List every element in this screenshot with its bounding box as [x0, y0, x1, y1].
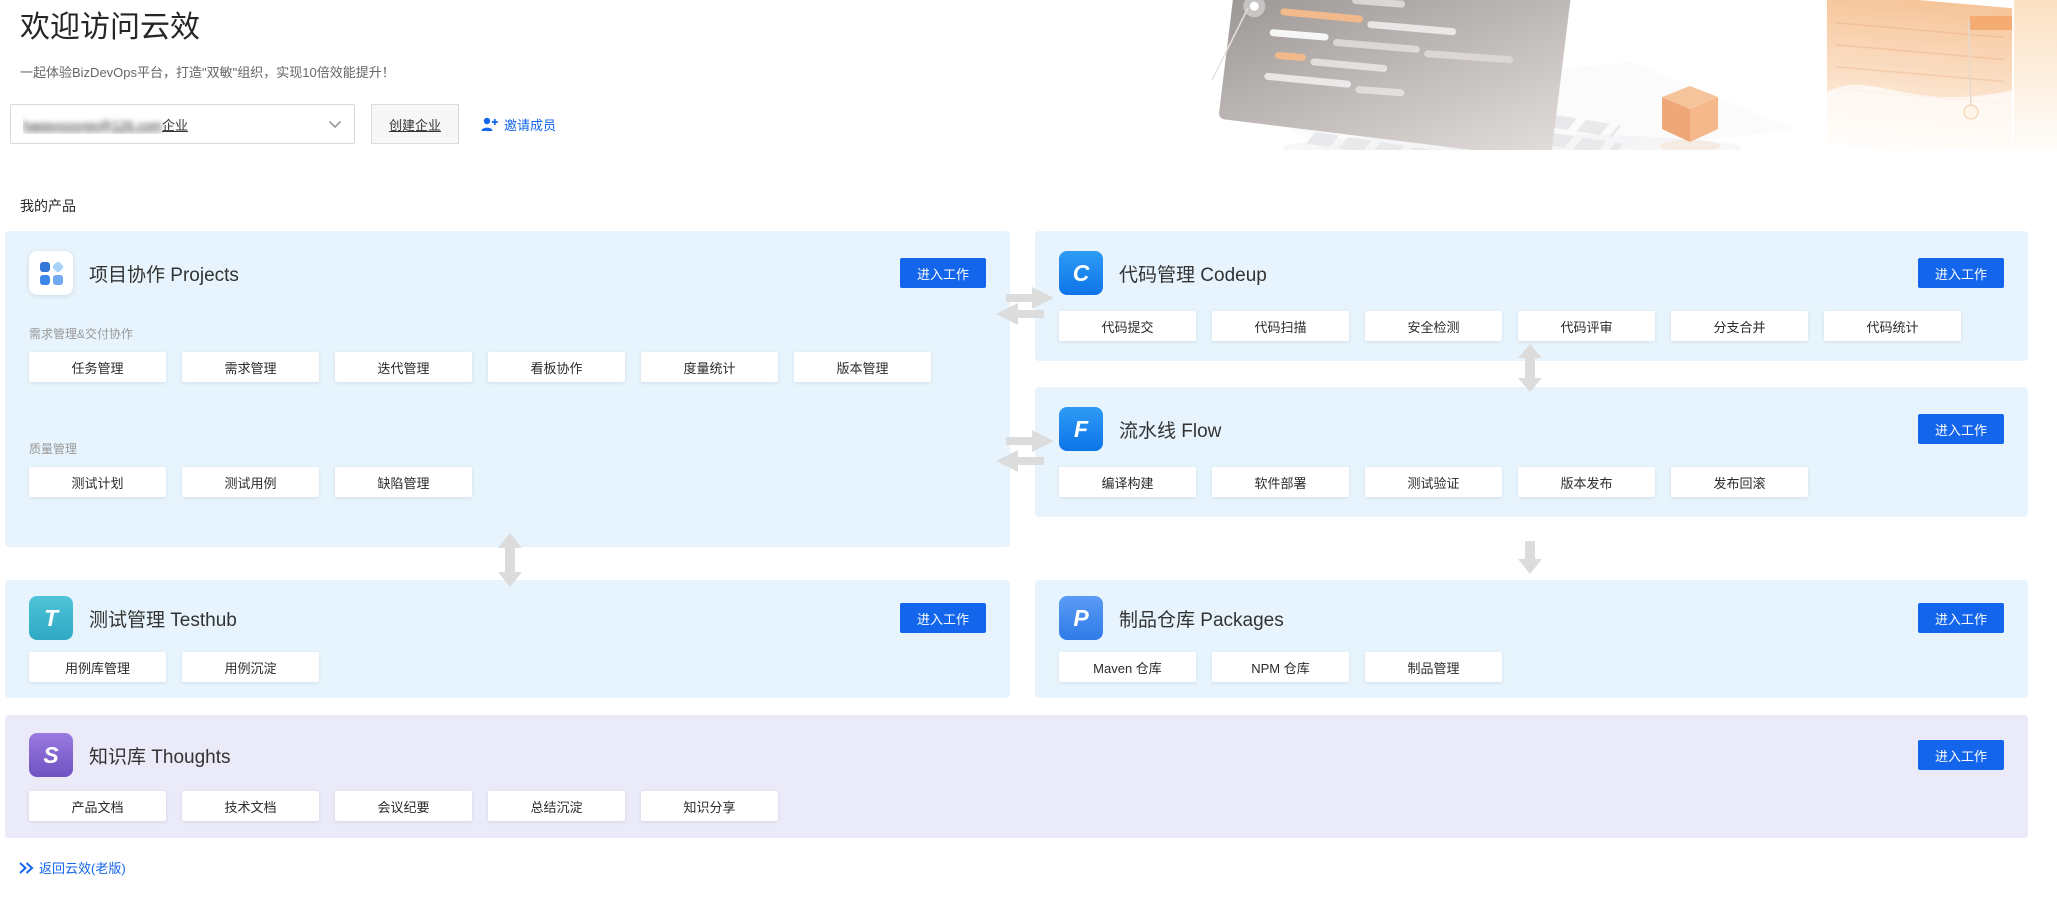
card-thoughts: S 知识库 Thoughts 进入工作 产品文档技术文档会议纪要总结沉淀知识分享: [5, 715, 2028, 838]
feature-chip[interactable]: 技术文档: [182, 791, 319, 821]
card-testhub: T 测试管理 Testhub 进入工作 用例库管理用例沉淀: [5, 580, 1010, 698]
testhub-enter-work-button[interactable]: 进入工作: [900, 603, 986, 633]
feature-chip[interactable]: Maven 仓库: [1059, 652, 1196, 682]
enterprise-select[interactable]: happyxxxygo@126.com企业: [10, 104, 355, 144]
packages-enter-work-button[interactable]: 进入工作: [1918, 603, 2004, 633]
feature-chip[interactable]: 测试验证: [1365, 467, 1502, 497]
hero-illustration: [1212, 0, 2057, 150]
feature-chip[interactable]: 迭代管理: [335, 352, 472, 382]
feature-chip[interactable]: 需求管理: [182, 352, 319, 382]
feature-chip[interactable]: 制品管理: [1365, 652, 1502, 682]
feature-chip[interactable]: 软件部署: [1212, 467, 1349, 497]
card-packages-header: P 制品仓库 Packages 进入工作: [1059, 596, 2004, 640]
codeup-chip-row: 代码提交代码扫描安全检测代码评审分支合并代码统计: [1059, 311, 2004, 341]
projects-grid-icon: [29, 251, 73, 295]
feature-chip[interactable]: 用例沉淀: [182, 652, 319, 682]
card-testhub-title: 测试管理 Testhub: [89, 605, 237, 632]
feature-chip[interactable]: 会议纪要: [335, 791, 472, 821]
testhub-icon: T: [29, 596, 73, 640]
projects-requirements-chip-row: 任务管理需求管理迭代管理看板协作度量统计版本管理: [29, 352, 986, 382]
flow-icon: F: [1059, 407, 1103, 451]
card-packages-title: 制品仓库 Packages: [1119, 605, 1284, 632]
enterprise-select-value: happyxxxygo@126.com企业: [23, 115, 188, 134]
page-subtitle: 一起体验BizDevOps平台，打造"双敏"组织，实现10倍效能提升！: [20, 62, 395, 81]
arrow-down-flow-packages: [1514, 541, 1546, 581]
page-title: 欢迎访问云效: [20, 2, 200, 46]
feature-chip[interactable]: 版本发布: [1518, 467, 1655, 497]
feature-chip[interactable]: NPM 仓库: [1212, 652, 1349, 682]
card-flow-header: F 流水线 Flow 进入工作: [1059, 407, 2004, 451]
thoughts-chip-row: 产品文档技术文档会议纪要总结沉淀知识分享: [29, 791, 2004, 821]
card-packages: P 制品仓库 Packages 进入工作 Maven 仓库 NPM 仓库制品管理: [1035, 580, 2028, 698]
projects-section-label-requirements: 需求管理&交付协作: [29, 325, 986, 342]
card-projects: 项目协作 Projects 进入工作 需求管理&交付协作 任务管理需求管理迭代管…: [5, 231, 1010, 547]
chevron-down-icon: [328, 120, 342, 129]
card-codeup: C 代码管理 Codeup 进入工作 代码提交代码扫描安全检测代码评审分支合并代…: [1035, 231, 2028, 361]
feature-chip[interactable]: 发布回滚: [1671, 467, 1808, 497]
feature-chip[interactable]: 代码统计: [1824, 311, 1961, 341]
yunxiao-welcome-page: 欢迎访问云效 一起体验BizDevOps平台，打造"双敏"组织，实现10倍效能提…: [0, 0, 2057, 898]
thoughts-enter-work-button[interactable]: 进入工作: [1918, 740, 2004, 770]
testhub-chip-row: 用例库管理用例沉淀: [29, 652, 986, 682]
my-products-heading: 我的产品: [20, 196, 76, 216]
feature-chip[interactable]: 版本管理: [794, 352, 931, 382]
flow-chip-row: 编译构建软件部署测试验证版本发布发布回滚: [1059, 467, 2004, 497]
create-enterprise-button[interactable]: 创建企业: [371, 104, 459, 144]
feature-chip[interactable]: 知识分享: [641, 791, 778, 821]
card-thoughts-title: 知识库 Thoughts: [89, 742, 231, 769]
card-flow: F 流水线 Flow 进入工作 编译构建软件部署测试验证版本发布发布回滚: [1035, 387, 2028, 517]
card-projects-title: 项目协作 Projects: [89, 260, 239, 287]
thoughts-icon: S: [29, 733, 73, 777]
feature-chip[interactable]: 代码评审: [1518, 311, 1655, 341]
feature-chip[interactable]: 安全检测: [1365, 311, 1502, 341]
projects-enter-work-button[interactable]: 进入工作: [900, 258, 986, 288]
feature-chip[interactable]: 分支合并: [1671, 311, 1808, 341]
feature-chip[interactable]: 测试计划: [29, 467, 166, 497]
back-link-label: 返回云效(老版): [39, 858, 126, 877]
feature-chip[interactable]: 总结沉淀: [488, 791, 625, 821]
card-codeup-title: 代码管理 Codeup: [1119, 260, 1267, 287]
packages-icon: P: [1059, 596, 1103, 640]
feature-chip[interactable]: 代码扫描: [1212, 311, 1349, 341]
feature-chip[interactable]: 度量统计: [641, 352, 778, 382]
card-thoughts-header: S 知识库 Thoughts 进入工作: [29, 733, 2004, 777]
feature-chip[interactable]: 用例库管理: [29, 652, 166, 682]
feature-chip[interactable]: 测试用例: [182, 467, 319, 497]
person-plus-icon: [481, 117, 498, 132]
feature-chip[interactable]: 缺陷管理: [335, 467, 472, 497]
feature-chip[interactable]: 代码提交: [1059, 311, 1196, 341]
feature-chip[interactable]: 看板协作: [488, 352, 625, 382]
flow-enter-work-button[interactable]: 进入工作: [1918, 414, 2004, 444]
feature-chip[interactable]: 任务管理: [29, 352, 166, 382]
projects-section-label-quality: 质量管理: [29, 440, 986, 457]
invite-members-label: 邀请成员: [504, 115, 556, 134]
invite-members-link[interactable]: 邀请成员: [481, 115, 556, 134]
back-to-old-version-link[interactable]: 返回云效(老版): [18, 858, 126, 877]
card-flow-title: 流水线 Flow: [1119, 416, 1221, 443]
card-projects-header: 项目协作 Projects 进入工作: [29, 251, 986, 295]
feature-chip[interactable]: 编译构建: [1059, 467, 1196, 497]
card-codeup-header: C 代码管理 Codeup 进入工作: [1059, 251, 2004, 295]
packages-chip-row: Maven 仓库 NPM 仓库制品管理: [1059, 652, 2004, 682]
double-chevron-right-icon: [18, 861, 34, 875]
projects-quality-chip-row: 测试计划测试用例缺陷管理: [29, 467, 986, 497]
enterprise-controls: happyxxxygo@126.com企业 创建企业 邀请成员: [10, 104, 556, 144]
feature-chip[interactable]: 产品文档: [29, 791, 166, 821]
card-testhub-header: T 测试管理 Testhub 进入工作: [29, 596, 986, 640]
codeup-icon: C: [1059, 251, 1103, 295]
codeup-enter-work-button[interactable]: 进入工作: [1918, 258, 2004, 288]
